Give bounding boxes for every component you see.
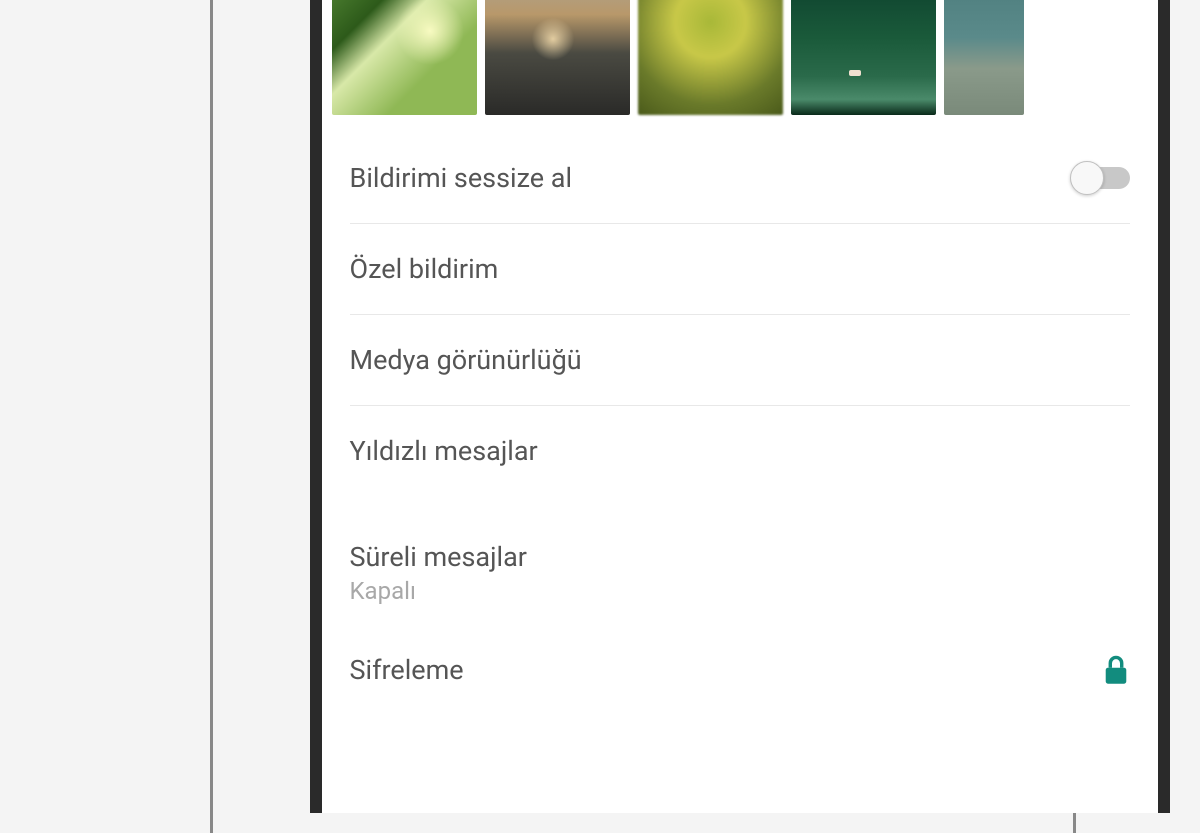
encryption-row[interactable]: Sifreleme <box>322 634 1158 686</box>
custom-notifications-row[interactable]: Özel bildirim <box>350 224 1130 315</box>
toggle-knob <box>1070 161 1104 195</box>
starred-messages-label: Yıldızlı mesajlar <box>350 435 538 467</box>
settings-list: Bildirimi sessize al Özel bildirim Medya… <box>322 133 1158 634</box>
media-thumbnail[interactable] <box>332 0 477 115</box>
custom-notifications-label: Özel bildirim <box>350 253 499 285</box>
lock-icon <box>1102 654 1130 686</box>
disappearing-messages-label: Süreli mesajlar <box>350 541 527 573</box>
media-visibility-row[interactable]: Medya görünürlüğü <box>350 315 1130 406</box>
media-thumbnail[interactable] <box>791 0 936 115</box>
media-thumbnail[interactable] <box>485 0 630 115</box>
disappearing-messages-row[interactable]: Süreli mesajlar Kapalı <box>350 512 1130 634</box>
mute-notifications-row[interactable]: Bildirimi sessize al <box>350 133 1130 224</box>
mute-notifications-toggle[interactable] <box>1074 167 1130 189</box>
media-thumbnail[interactable] <box>638 0 783 115</box>
starred-messages-row[interactable]: Yıldızlı mesajlar <box>350 406 1130 496</box>
mute-notifications-label: Bildirimi sessize al <box>350 162 573 194</box>
media-visibility-label: Medya görünürlüğü <box>350 344 582 376</box>
disappearing-messages-value: Kapalı <box>350 577 527 605</box>
contact-info-screen: Bildirimi sessize al Özel bildirim Medya… <box>322 0 1158 813</box>
encryption-label: Sifreleme <box>350 654 464 686</box>
media-thumbnails-row <box>322 0 1158 133</box>
media-thumbnail[interactable] <box>944 0 1024 115</box>
